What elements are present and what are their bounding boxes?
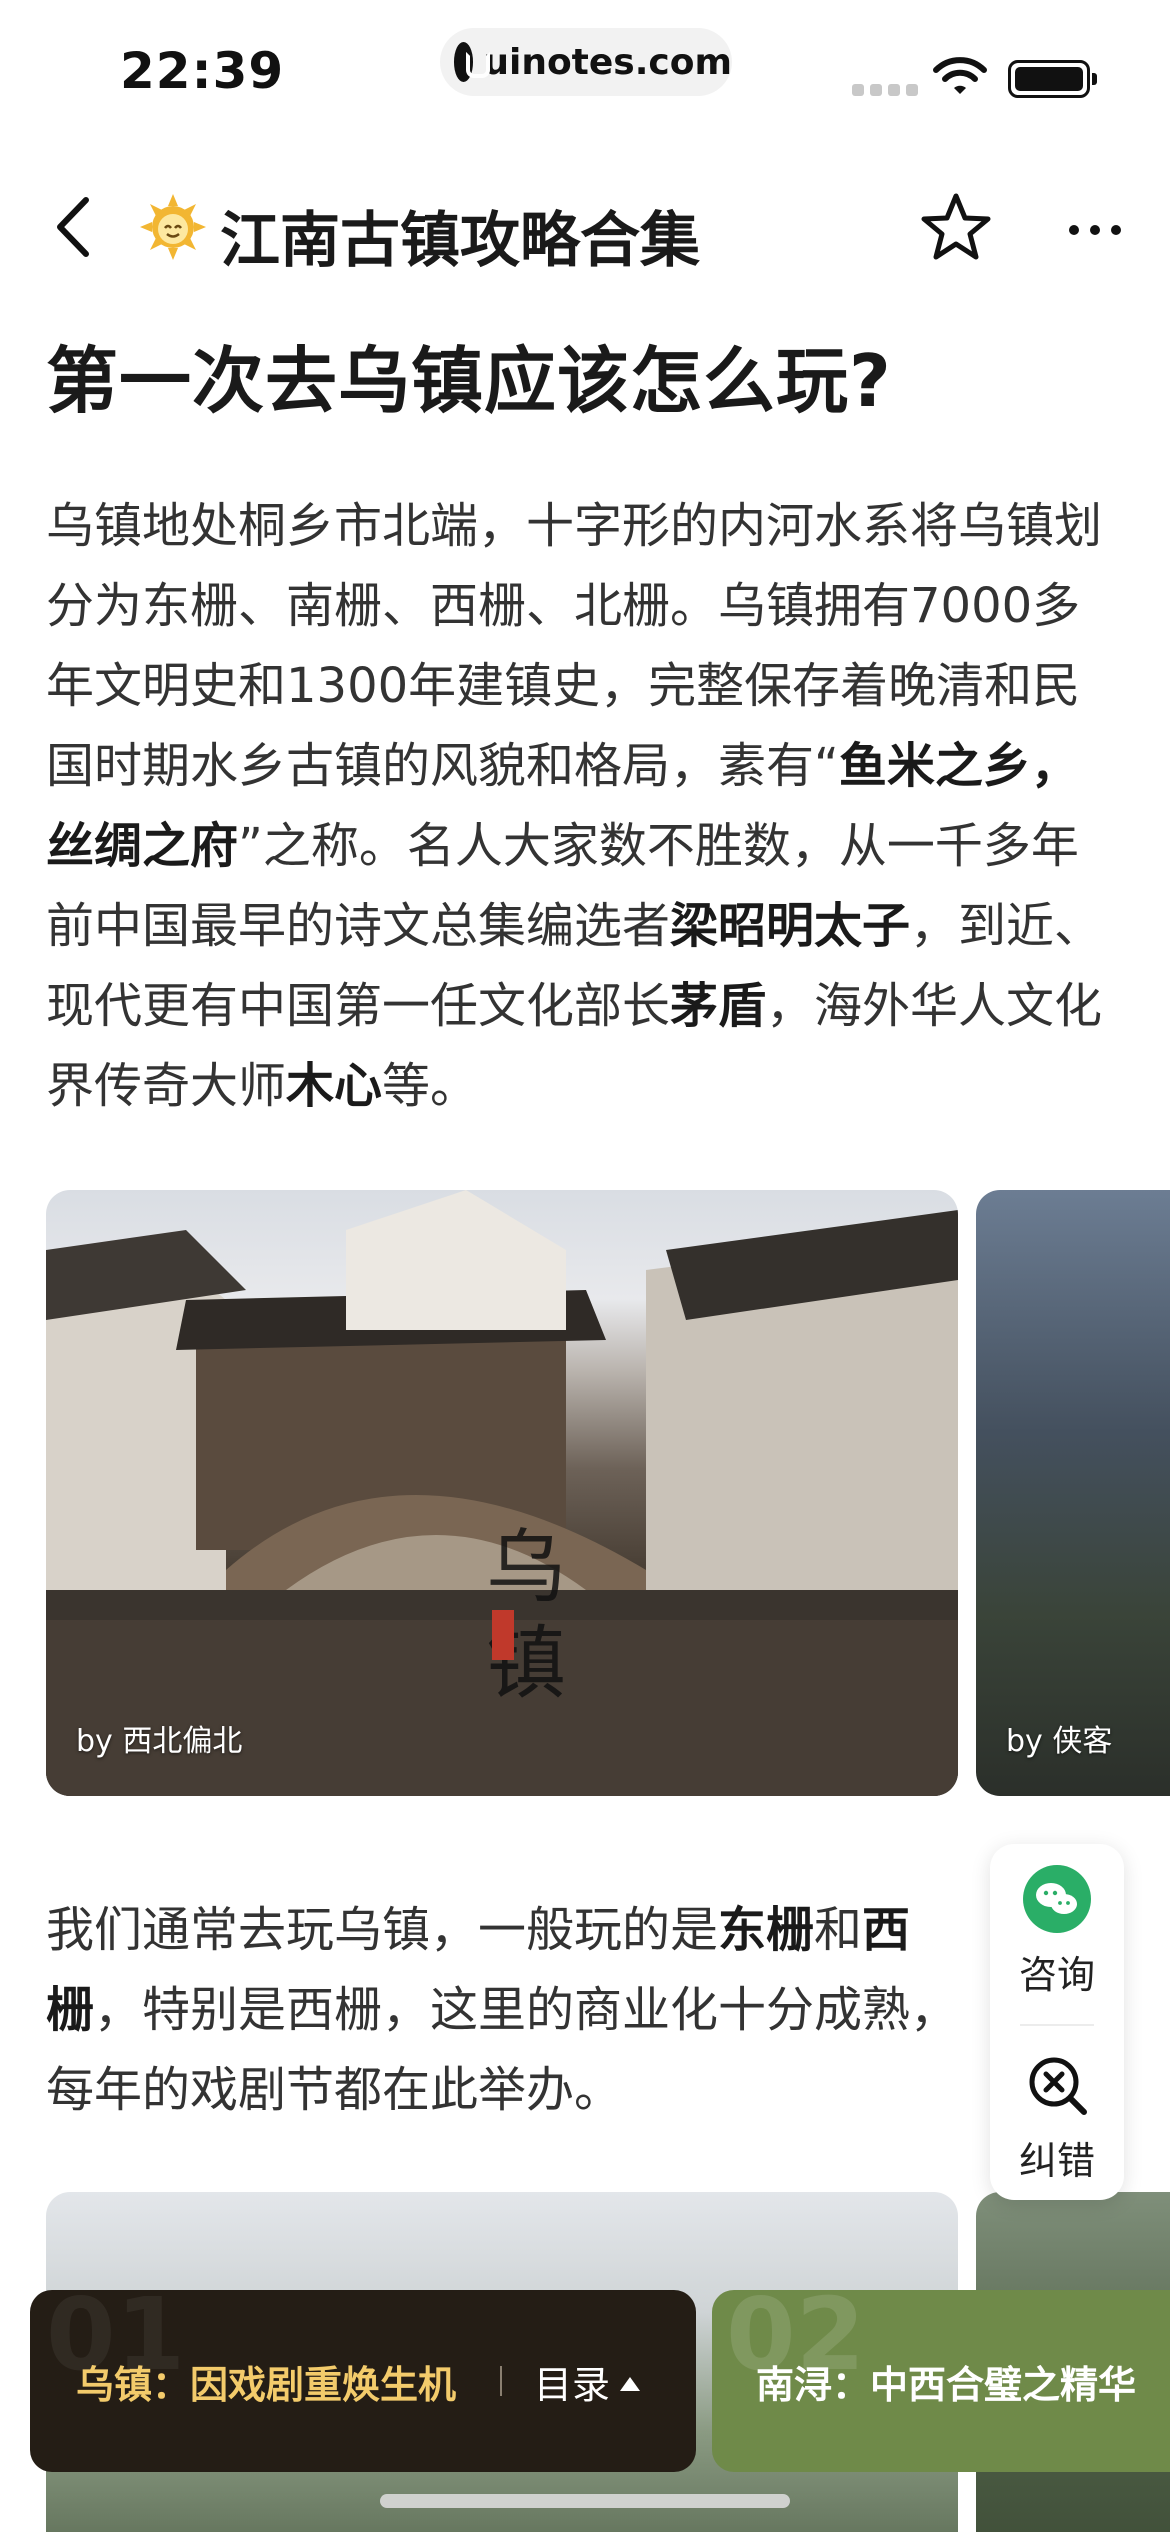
status-time: 22:39 [120,42,285,100]
toc-label: 目录 [534,2363,611,2407]
home-indicator [380,2494,790,2508]
star-icon[interactable] [918,190,994,266]
photo-watermark-seal [492,1610,514,1660]
photo-credit: by 西北偏北 [76,1724,243,1759]
correct-label: 纠错 [1018,2139,1095,2183]
article-title: 第一次去乌镇应该怎么玩? [46,339,892,423]
text-run: 我们通常去玩乌镇，一般玩的是 [46,1902,719,1958]
text-run: ，特别是西栅，这里的商业化十分成熟，每年的戏剧节都在此举办。 [46,1982,959,2118]
lock-icon [454,42,491,82]
more-icon[interactable] [1060,200,1130,260]
text-run: 和 [814,1902,863,1958]
status-bar: 22:39 uinotes.com [0,0,1170,140]
photo-credit: by 侠客 [1006,1724,1113,1759]
bold-text: 梁昭明太子 [670,898,911,954]
article-paragraph-1: 乌镇地处桐乡市北端，十字形的内河水系将乌镇划分为东栅、南栅、西栅、北栅。乌镇拥有… [46,486,1126,1126]
chapter-next-title: 南浔：中西合璧之精华 [756,2363,1137,2407]
chapter-bar-next[interactable]: 02 南浔：中西合璧之精华 [712,2276,1170,2472]
toc-button[interactable]: 目录 [534,2354,641,2409]
page-title: 江南古镇攻略合集 [220,206,700,276]
wifi-icon [933,57,987,94]
sun-mascot-icon [140,194,206,260]
back-icon[interactable] [46,192,106,262]
bold-text: 茅盾 [670,978,767,1034]
chapter-bar-current[interactable]: 01 乌镇：因戏剧重焕生机 目录 [30,2276,696,2472]
floating-toolbar: 咨询 纠错 [990,1844,1124,2200]
error-report-icon [1029,2057,1087,2115]
text-run: 等。 [382,1058,479,1114]
bold-text: 东栅 [718,1902,815,1958]
battery-icon [1008,60,1097,98]
caret-up-icon [620,2376,641,2391]
bold-text: 木心 [286,1058,383,1114]
correct-button[interactable]: 纠错 [990,2050,1124,2185]
photo-next[interactable]: by 侠客 [976,1190,1170,1796]
cellular-signal-icon [852,84,918,96]
wechat-icon [1023,1865,1091,1933]
consult-button[interactable]: 咨询 [990,1864,1124,1999]
url-text: uinotes.com [483,41,732,83]
divider [500,2366,502,2396]
article-paragraph-2: 我们通常去玩乌镇，一般玩的是东栅和西栅，特别是西栅，这里的商业化十分成熟，每年的… [46,1890,1006,2130]
divider [1020,2024,1094,2026]
consult-label: 咨询 [1018,1953,1095,1997]
chapter-title: 乌镇：因戏剧重焕生机 [76,2363,457,2407]
url-pill[interactable]: uinotes.com [440,28,732,96]
photo-wuzhen[interactable]: 乌镇 by 西北偏北 [46,1190,958,1796]
nav-bar: 江南古镇攻略合集 [0,170,1170,280]
